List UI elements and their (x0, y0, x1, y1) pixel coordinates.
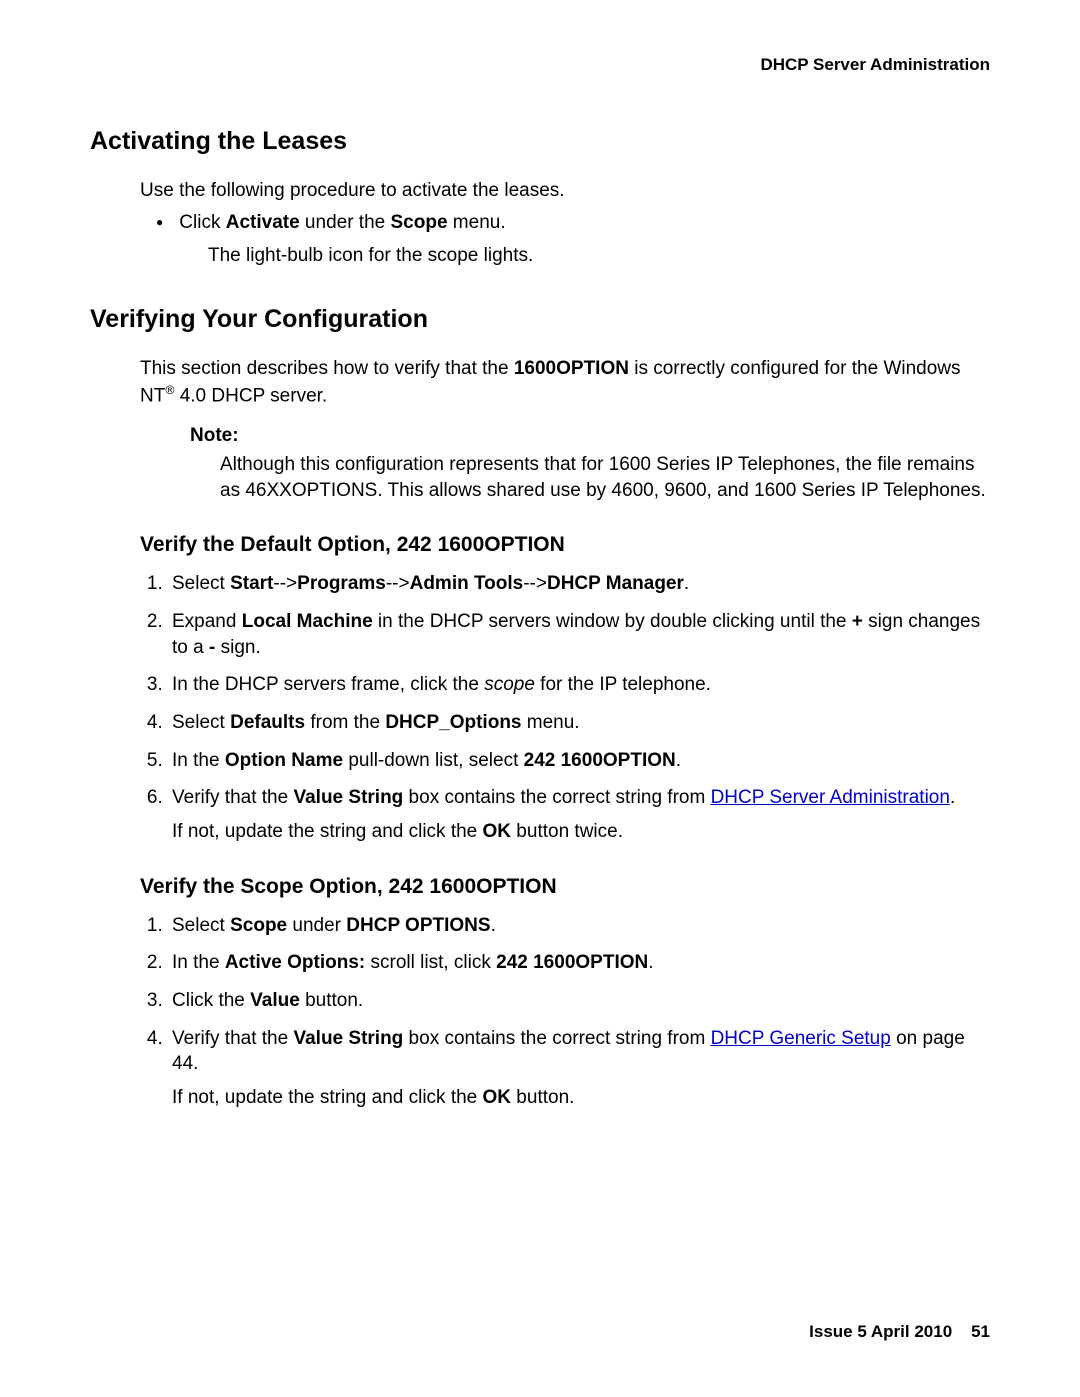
running-header: DHCP Server Administration (90, 55, 990, 75)
step-item: In the DHCP servers frame, click the sco… (168, 672, 990, 698)
heading-verify-scope-option: Verify the Scope Option, 242 1600OPTION (140, 875, 990, 899)
step-item: Select Defaults from the DHCP_Options me… (168, 710, 990, 736)
steps-list: Select Start-->Programs-->Admin Tools-->… (140, 571, 990, 844)
section-body: Use the following procedure to activate … (140, 178, 990, 269)
footer-issue: Issue 5 April 2010 (809, 1322, 952, 1341)
step-item: Select Start-->Programs-->Admin Tools-->… (168, 571, 990, 597)
page-footer: Issue 5 April 2010 51 (809, 1322, 990, 1342)
section-body: This section describes how to verify tha… (140, 356, 990, 504)
step-item: In the Option Name pull-down list, selec… (168, 748, 990, 774)
link-dhcp-server-administration[interactable]: DHCP Server Administration (711, 787, 950, 808)
link-dhcp-generic-setup[interactable]: DHCP Generic Setup (711, 1028, 891, 1049)
step-item: Verify that the Value String box contain… (168, 785, 990, 844)
step-extra-text: If not, update the string and click the … (172, 1085, 990, 1111)
step-item: Expand Local Machine in the DHCP servers… (168, 609, 990, 660)
step-item: Click the Value button. (168, 988, 990, 1014)
note-label: Note: (190, 423, 990, 449)
footer-page-number: 51 (971, 1322, 990, 1341)
heading-activating-leases: Activating the Leases (90, 127, 990, 156)
step-item: In the Active Options: scroll list, clic… (168, 950, 990, 976)
step-item: Select Scope under DHCP OPTIONS. (168, 913, 990, 939)
steps-list: Select Scope under DHCP OPTIONS. In the … (140, 913, 990, 1111)
heading-verify-default-option: Verify the Default Option, 242 1600OPTIO… (140, 533, 990, 557)
note-body: Although this configuration represents t… (220, 452, 990, 503)
intro-text: Use the following procedure to activate … (140, 178, 990, 204)
step-extra-text: If not, update the string and click the … (172, 819, 990, 845)
bullet-sub-text: The light-bulb icon for the scope lights… (208, 243, 990, 269)
intro-text: This section describes how to verify tha… (140, 356, 990, 409)
step-item: Verify that the Value String box contain… (168, 1026, 990, 1111)
bullet-item: Click Activate under the Scope menu. The… (174, 210, 990, 269)
note-block: Note: Although this configuration repres… (190, 423, 990, 504)
document-page: DHCP Server Administration Activating th… (0, 0, 1080, 1397)
heading-verifying-configuration: Verifying Your Configuration (90, 305, 990, 334)
